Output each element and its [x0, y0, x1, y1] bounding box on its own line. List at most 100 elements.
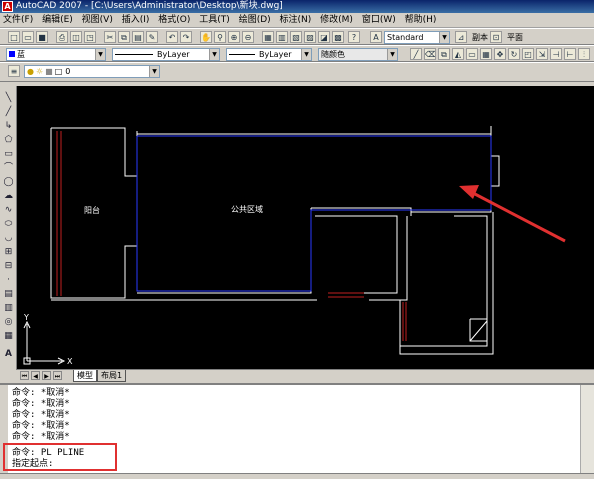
cut-icon[interactable]: ✂: [104, 31, 116, 43]
wall-mid-right: [369, 216, 408, 301]
command-highlight-box: [3, 443, 117, 471]
gradient-icon[interactable]: ▥: [2, 302, 15, 314]
ucs-x-label: X: [67, 357, 73, 366]
color-swatch: [9, 51, 15, 57]
freeze-sun-icon: ☼: [35, 67, 44, 76]
trim-icon[interactable]: ⊣: [550, 48, 562, 60]
drawing-canvas[interactable]: 阳台 公共区域 Y X: [17, 86, 594, 369]
menu-tools[interactable]: 工具(T): [196, 13, 233, 27]
polyline-icon[interactable]: ↳: [2, 120, 15, 132]
ucs-icon: [23, 320, 66, 365]
tab-layout1[interactable]: 布局1: [97, 370, 127, 382]
paste-icon[interactable]: ▤: [132, 31, 144, 43]
point-icon[interactable]: ·: [2, 274, 15, 286]
quickcalc-icon[interactable]: ▩: [332, 31, 344, 43]
copy-icon[interactable]: ⧉: [118, 31, 130, 43]
first-tab-icon[interactable]: ⏮: [20, 371, 29, 380]
spline-icon[interactable]: ∿: [2, 204, 15, 216]
region-icon[interactable]: ◎: [2, 316, 15, 328]
label-public-area: 公共区域: [231, 204, 263, 214]
line-icon[interactable]: ╲: [2, 92, 15, 104]
help-icon[interactable]: ?: [348, 31, 360, 43]
extend-icon[interactable]: ⊢: [564, 48, 576, 60]
zoom-window-icon[interactable]: ⊕: [228, 31, 240, 43]
text-style-icon[interactable]: A: [370, 31, 382, 43]
scale-icon[interactable]: ◰: [522, 48, 534, 60]
menu-bar: 文件(F) 编辑(E) 视图(V) 插入(I) 格式(O) 工具(T) 绘图(D…: [0, 13, 594, 28]
multiline-text-icon[interactable]: A: [2, 348, 15, 360]
last-tab-icon[interactable]: ⏭: [53, 371, 62, 380]
tool-palettes-icon[interactable]: ▧: [290, 31, 302, 43]
offset-icon[interactable]: ▭: [466, 48, 478, 60]
ellipse-arc-icon[interactable]: ◡: [2, 232, 15, 244]
label-balcony: 阳台: [84, 205, 100, 215]
insert-block-icon[interactable]: ⊞: [2, 246, 15, 258]
next-tab-icon[interactable]: ▶: [42, 371, 51, 380]
menu-insert[interactable]: 插入(I): [119, 13, 153, 27]
lineweight-select[interactable]: ByLayer ▼: [226, 48, 312, 61]
prev-tab-icon[interactable]: ◀: [31, 371, 40, 380]
circle-icon[interactable]: ◯: [2, 176, 15, 188]
wall-public-bottom: [137, 208, 312, 294]
chevron-down-icon: ▼: [301, 49, 311, 60]
undo-icon[interactable]: ↶: [166, 31, 178, 43]
mirror-icon[interactable]: ◭: [452, 48, 464, 60]
polygon-icon[interactable]: ⬠: [2, 134, 15, 146]
linetype-select[interactable]: ByLayer ▼: [112, 48, 220, 61]
zoom-realtime-icon[interactable]: ⚲: [214, 31, 226, 43]
new-file-icon[interactable]: □: [8, 31, 20, 43]
revision-cloud-icon[interactable]: ☁: [2, 190, 15, 202]
array-icon[interactable]: ▦: [480, 48, 492, 60]
menu-edit[interactable]: 编辑(E): [39, 13, 76, 27]
hatch-icon[interactable]: ▤: [2, 288, 15, 300]
command-history-line: 命令: *取消*: [12, 410, 70, 420]
menu-draw[interactable]: 绘图(D): [236, 13, 274, 27]
menu-format[interactable]: 格式(O): [155, 13, 193, 27]
layer-select[interactable]: ● ☼ ■ □ 0 ▼: [24, 65, 160, 78]
design-center-icon[interactable]: ▥: [276, 31, 288, 43]
command-scrollbar[interactable]: [580, 385, 594, 473]
arc-icon[interactable]: ⌒: [2, 162, 15, 174]
menu-modify[interactable]: 修改(M): [317, 13, 356, 27]
copy-object-icon[interactable]: ⧉: [438, 48, 450, 60]
move-icon[interactable]: ✥: [494, 48, 506, 60]
redo-icon[interactable]: ↷: [180, 31, 192, 43]
plotstyle-select[interactable]: 随颜色 ▼: [318, 48, 398, 61]
markup-icon[interactable]: ◪: [318, 31, 330, 43]
print-icon[interactable]: ⎙: [56, 31, 68, 43]
public-area-polyline: [136, 135, 492, 292]
linetype-value: ByLayer: [157, 50, 190, 59]
wall-mid-room: [315, 215, 398, 294]
make-block-icon[interactable]: ⊟: [2, 260, 15, 272]
match-properties-icon[interactable]: ✎: [146, 31, 158, 43]
table-icon[interactable]: ▦: [2, 330, 15, 342]
properties-icon[interactable]: ▦: [262, 31, 274, 43]
stretch-icon[interactable]: ⇲: [536, 48, 548, 60]
plot-preview-icon[interactable]: ◫: [70, 31, 82, 43]
sheet-set-icon[interactable]: ▨: [304, 31, 316, 43]
rotate-icon[interactable]: ↻: [508, 48, 520, 60]
zoom-previous-icon[interactable]: ⊖: [242, 31, 254, 43]
tab-model[interactable]: 模型: [73, 370, 97, 382]
autocad-app-icon[interactable]: A: [2, 1, 13, 12]
text-style-select[interactable]: Standard ▼: [384, 31, 450, 44]
draw-line-icon[interactable]: ╱: [410, 48, 422, 60]
rectangle-icon[interactable]: ▭: [2, 148, 15, 160]
color-select[interactable]: 蓝 ▼: [6, 48, 106, 61]
menu-view[interactable]: 视图(V): [79, 13, 116, 27]
save-icon[interactable]: ■: [36, 31, 48, 43]
open-file-icon[interactable]: ▭: [22, 31, 34, 43]
erase-icon[interactable]: ⌫: [424, 48, 436, 60]
plot-style-icon[interactable]: ⊡: [490, 31, 502, 43]
construction-line-icon[interactable]: ╱: [2, 106, 15, 118]
publish-icon[interactable]: ◳: [84, 31, 96, 43]
menu-dimension[interactable]: 标注(N): [277, 13, 315, 27]
menu-window[interactable]: 窗口(W): [359, 13, 399, 27]
pan-icon[interactable]: ✋: [200, 31, 212, 43]
layer-properties-icon[interactable]: ≡: [8, 65, 20, 77]
break-icon[interactable]: ⫶: [578, 48, 590, 60]
menu-file[interactable]: 文件(F): [0, 13, 36, 27]
ellipse-icon[interactable]: ⬭: [2, 218, 15, 230]
menu-help[interactable]: 帮助(H): [402, 13, 440, 27]
dim-style-icon[interactable]: ⊿: [455, 31, 467, 43]
